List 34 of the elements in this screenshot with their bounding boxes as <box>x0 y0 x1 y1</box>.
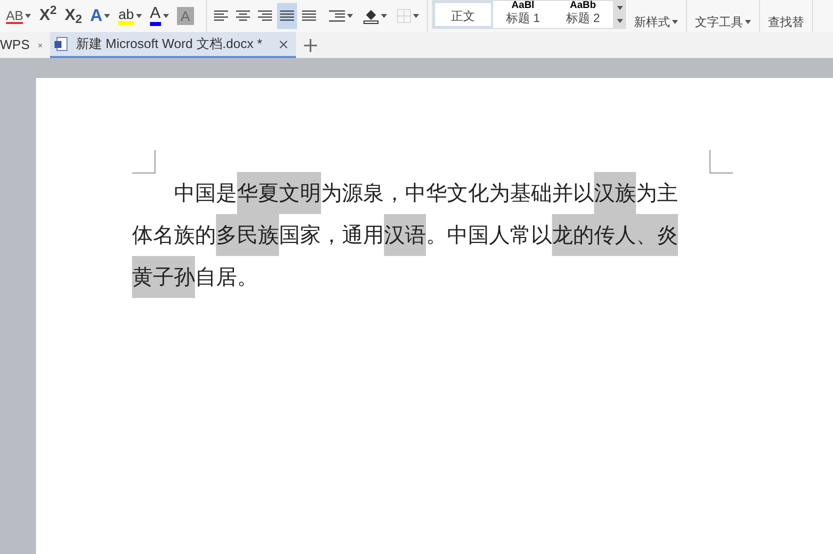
gallery-scroll[interactable] <box>612 1 625 28</box>
format-button[interactable]: A <box>146 2 173 30</box>
caret-icon <box>346 14 353 18</box>
caret-icon <box>412 14 419 18</box>
style-option[interactable]: AaBl 标题 1 <box>492 1 553 28</box>
paint-bucket-icon <box>362 8 379 24</box>
add-tab-icon[interactable] <box>304 39 317 52</box>
border-icon <box>396 9 411 23</box>
format-button[interactable]: A <box>86 2 114 30</box>
align-icon <box>236 10 250 22</box>
margin-mark-icon <box>132 150 156 174</box>
margin-mark-icon <box>709 150 733 174</box>
close-icon[interactable] <box>38 40 42 50</box>
align-icon <box>258 10 272 22</box>
document-tab[interactable]: WPS <box>0 32 50 58</box>
line-spacing-icon <box>328 10 345 22</box>
align-icon <box>302 10 316 22</box>
caret-icon <box>616 19 623 24</box>
paragraph: 中国是华夏文明为源泉，中华文化为基础并以汉族为主 体名族的多民族国家，通用汉语。中国人常以龙的传人、炎 黄子孙自居。 <box>132 152 692 298</box>
format-button[interactable]: ab <box>114 2 146 30</box>
format-button[interactable]: X$_{2}$ <box>60 2 86 30</box>
align-icon <box>214 10 228 22</box>
style-option[interactable]: 正文 <box>432 1 493 28</box>
tab-label: 新建 Microsoft Word 文档.docx * <box>76 35 264 54</box>
document-tab[interactable]: 新建 Microsoft Word 文档.docx * <box>50 32 296 58</box>
close-icon[interactable] <box>279 40 288 48</box>
format-button[interactable]: AB <box>2 2 36 30</box>
style-option[interactable]: AaBb 标题 2 <box>552 1 613 28</box>
align-button[interactable] <box>276 3 297 29</box>
tab-label: WPS <box>0 36 30 54</box>
align-icon <box>280 10 294 22</box>
caret-icon <box>380 14 387 18</box>
caret-icon <box>616 6 623 10</box>
format-button[interactable]: X$^{2}$ <box>35 2 61 30</box>
